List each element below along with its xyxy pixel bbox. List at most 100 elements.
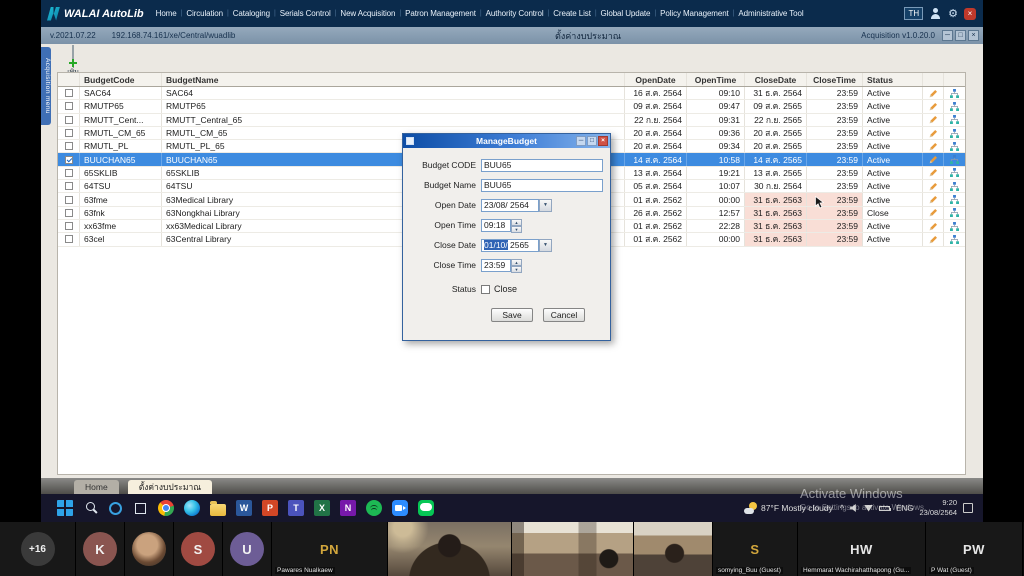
edit-icon[interactable] — [929, 129, 938, 138]
header-open-date[interactable]: OpenDate — [625, 73, 687, 86]
language-badge[interactable]: TH — [904, 7, 923, 20]
menu-item-administrative-tool[interactable]: Administrative Tool — [738, 9, 803, 18]
user-icon[interactable] — [929, 7, 942, 21]
allocate-icon[interactable] — [950, 195, 959, 204]
allocate-icon[interactable] — [950, 89, 959, 98]
participant-video-tile[interactable] — [512, 522, 634, 576]
participant-tile[interactable]: HWHemmarat Wachirahatthapong (Gu... — [798, 522, 926, 576]
table-row[interactable]: RMUTT_Cent... RMUTT_Central_65 22 ก.ย. 2… — [58, 114, 965, 127]
edit-icon[interactable] — [929, 102, 938, 111]
row-checkbox[interactable] — [65, 182, 73, 190]
allocate-icon[interactable] — [950, 222, 959, 231]
row-checkbox[interactable] — [65, 235, 73, 243]
row-checkbox[interactable] — [65, 156, 73, 164]
menu-item-global-update[interactable]: Global Update — [601, 9, 651, 18]
spotify-icon[interactable] — [366, 500, 382, 516]
onenote-icon[interactable]: N — [340, 500, 356, 516]
menu-item-create-list[interactable]: Create List — [553, 9, 591, 18]
dialog-title-bar[interactable]: ManageBudget ─ □ × — [403, 134, 610, 148]
teams-icon[interactable]: T — [288, 500, 304, 516]
edge-icon[interactable] — [184, 500, 200, 516]
close-button[interactable]: × — [968, 30, 979, 41]
chrome-icon[interactable] — [158, 500, 174, 516]
line-icon[interactable] — [418, 500, 434, 516]
gear-icon[interactable]: ⚙ — [948, 7, 958, 21]
open-time-spin-down[interactable]: ▼ — [511, 226, 522, 233]
word-icon[interactable]: W — [236, 500, 252, 516]
participant-video-tile[interactable] — [388, 522, 512, 576]
battery-icon[interactable] — [879, 506, 890, 511]
open-date-dropdown[interactable]: ▼ — [539, 199, 552, 212]
close-time-input[interactable]: 23:59 — [481, 259, 511, 272]
edit-icon[interactable] — [929, 235, 938, 244]
menu-item-authority-control[interactable]: Authority Control — [486, 9, 544, 18]
tray-clock[interactable]: 9:20 23/08/2564 — [919, 498, 957, 518]
close-date-input[interactable]: 01/10/ 2565 — [481, 239, 539, 252]
allocate-icon[interactable] — [950, 142, 959, 151]
start-icon[interactable] — [57, 500, 73, 516]
header-close-time[interactable]: CloseTime — [807, 73, 863, 86]
edit-icon[interactable] — [929, 195, 938, 204]
allocate-icon[interactable] — [950, 155, 959, 164]
dialog-maximize-button[interactable]: □ — [587, 136, 597, 146]
save-button[interactable]: Save — [491, 308, 533, 322]
header-open-time[interactable]: OpenTime — [687, 73, 745, 86]
menu-item-patron-management[interactable]: Patron Management — [405, 9, 476, 18]
budget-name-input[interactable]: BUU65 — [481, 179, 603, 192]
allocate-icon[interactable] — [950, 129, 959, 138]
dialog-close-button[interactable]: × — [598, 136, 608, 146]
row-checkbox[interactable] — [65, 129, 73, 137]
cortana-icon[interactable] — [109, 502, 122, 515]
side-menu-tab[interactable]: Acquisition menu — [41, 47, 51, 125]
edit-icon[interactable] — [929, 182, 938, 191]
menu-item-policy-management[interactable]: Policy Management — [660, 9, 729, 18]
participant-tile[interactable] — [125, 522, 174, 576]
participant-tile[interactable]: K — [76, 522, 125, 576]
tray-expand-icon[interactable]: ^ — [840, 503, 844, 513]
row-checkbox[interactable] — [65, 89, 73, 97]
task-view-icon[interactable] — [132, 500, 148, 516]
status-close-checkbox[interactable] — [481, 285, 490, 294]
speaker-icon[interactable] — [850, 504, 858, 512]
allocate-icon[interactable] — [950, 208, 959, 217]
network-icon[interactable] — [864, 505, 873, 512]
edit-icon[interactable] — [929, 142, 938, 151]
menu-item-serials-control[interactable]: Serials Control — [280, 9, 331, 18]
table-row[interactable]: RMUTP65 RMUTP65 09 ส.ค. 2564 09:47 09 ส.… — [58, 100, 965, 113]
edit-icon[interactable] — [929, 208, 938, 217]
tab-home[interactable]: Home — [74, 480, 119, 494]
participant-tile[interactable]: S — [174, 522, 223, 576]
row-checkbox[interactable] — [65, 169, 73, 177]
participant-tile[interactable]: PWP Wat (Guest) — [926, 522, 1023, 576]
participant-tile[interactable]: PNPawares Nualkaew — [272, 522, 388, 576]
dialog-minimize-button[interactable]: ─ — [576, 136, 586, 146]
allocate-icon[interactable] — [950, 115, 959, 124]
close-time-spin-up[interactable]: ▲ — [511, 259, 522, 266]
edit-icon[interactable] — [929, 222, 938, 231]
budget-code-input[interactable]: BUU65 — [481, 159, 603, 172]
header-close-date[interactable]: CloseDate — [745, 73, 807, 86]
header-status[interactable]: Status — [863, 73, 923, 86]
participant-tile[interactable]: +16 — [0, 522, 76, 576]
input-language[interactable]: ENG — [896, 504, 913, 513]
menu-item-cataloging[interactable]: Cataloging — [233, 9, 270, 18]
tab-budget-settings[interactable]: ตั้งค่างบประมาณ — [128, 480, 212, 494]
participant-video-tile[interactable] — [634, 522, 713, 576]
row-checkbox[interactable] — [65, 116, 73, 124]
table-row[interactable]: SAC64 SAC64 16 ส.ค. 2564 09:10 31 ธ.ค. 2… — [58, 87, 965, 100]
header-budget-code[interactable]: BudgetCode — [80, 73, 162, 86]
menu-item-new-acquisition[interactable]: New Acquisition — [340, 9, 395, 18]
allocate-icon[interactable] — [950, 102, 959, 111]
edit-icon[interactable] — [929, 155, 938, 164]
open-time-input[interactable]: 09:18 — [481, 219, 511, 232]
file-explorer-icon[interactable] — [210, 504, 226, 516]
close-time-spin-down[interactable]: ▼ — [511, 266, 522, 273]
zoom-icon[interactable] — [392, 500, 408, 516]
menu-item-circulation[interactable]: Circulation — [186, 9, 223, 18]
allocate-icon[interactable] — [950, 168, 959, 177]
row-checkbox[interactable] — [65, 142, 73, 150]
row-checkbox[interactable] — [65, 222, 73, 230]
excel-icon[interactable]: X — [314, 500, 330, 516]
edit-icon[interactable] — [929, 115, 938, 124]
open-date-input[interactable]: 23/08/ 2564 — [481, 199, 539, 212]
